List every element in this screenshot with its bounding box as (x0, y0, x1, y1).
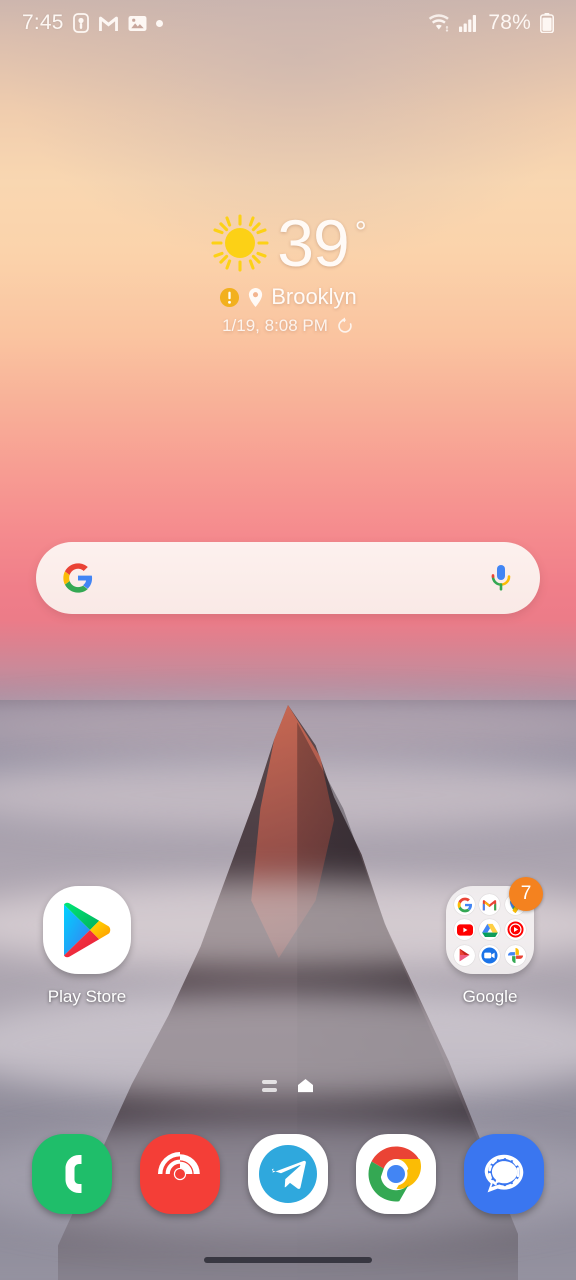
wifi-icon (428, 14, 450, 32)
status-bar-right: 78% (428, 11, 554, 35)
battery-saver-icon (72, 13, 89, 33)
location-pin-icon (247, 287, 264, 308)
folder-badge-count: 7 (509, 877, 543, 911)
status-bar-clock: 7:45 (22, 11, 64, 34)
refresh-icon[interactable] (336, 317, 354, 335)
youtube-icon (454, 919, 476, 941)
status-bar[interactable]: 7:45 78% (0, 0, 576, 46)
dock (0, 1134, 576, 1214)
google-play-movies-icon (454, 944, 476, 966)
notification-dot-icon (155, 19, 163, 27)
status-bar-left: 7:45 (22, 11, 163, 35)
gmail-icon (98, 15, 119, 32)
page-indicator[interactable] (0, 1078, 576, 1093)
youtube-music-icon (504, 919, 526, 941)
gallery-icon (128, 15, 147, 32)
app-folder-google[interactable]: 7 Google (420, 877, 560, 1007)
google-photos-icon (504, 944, 526, 966)
app-label-google-folder: Google (462, 987, 518, 1006)
sunny-icon (209, 212, 271, 274)
folder-wrap[interactable]: 7 (446, 877, 543, 974)
weather-alert-icon[interactable] (219, 287, 240, 308)
app-icon-play-store[interactable]: Play Store (17, 886, 157, 1007)
google-drive-icon (479, 919, 501, 941)
gesture-handle[interactable] (204, 1257, 372, 1263)
cellular-signal-icon (459, 14, 479, 32)
widget-page-icon[interactable] (262, 1079, 277, 1092)
chrome-icon[interactable] (356, 1134, 436, 1214)
battery-percent-label: 78% (488, 11, 531, 34)
play-store-icon[interactable] (43, 886, 131, 974)
google-meet-icon (479, 944, 501, 966)
weather-main-row: 39 ° (209, 206, 367, 280)
google-search-bar[interactable] (36, 542, 540, 614)
weather-updated-label: 1/19, 8:08 PM (222, 316, 328, 335)
gmail-icon (479, 894, 501, 916)
app-label-play-store: Play Store (47, 987, 127, 1006)
phone-icon[interactable] (32, 1134, 112, 1214)
microphone-icon[interactable] (488, 563, 514, 593)
weather-degree-symbol: ° (354, 216, 367, 249)
weather-location-row[interactable]: Brooklyn (219, 284, 357, 310)
home-page-icon[interactable] (297, 1078, 314, 1093)
weather-temperature: 39 (277, 206, 349, 280)
weather-location-label: Brooklyn (271, 284, 357, 309)
google-search-icon (454, 894, 476, 916)
signal-icon[interactable] (464, 1134, 544, 1214)
search-input[interactable] (94, 542, 488, 614)
battery-icon (540, 13, 554, 33)
weather-widget[interactable]: 39 ° Brooklyn 1/19, 8:08 PM (0, 210, 576, 336)
google-g-icon (62, 562, 94, 594)
pocket-casts-icon[interactable] (140, 1134, 220, 1214)
weather-updated-row[interactable]: 1/19, 8:08 PM (222, 316, 354, 336)
telegram-icon[interactable] (248, 1134, 328, 1214)
